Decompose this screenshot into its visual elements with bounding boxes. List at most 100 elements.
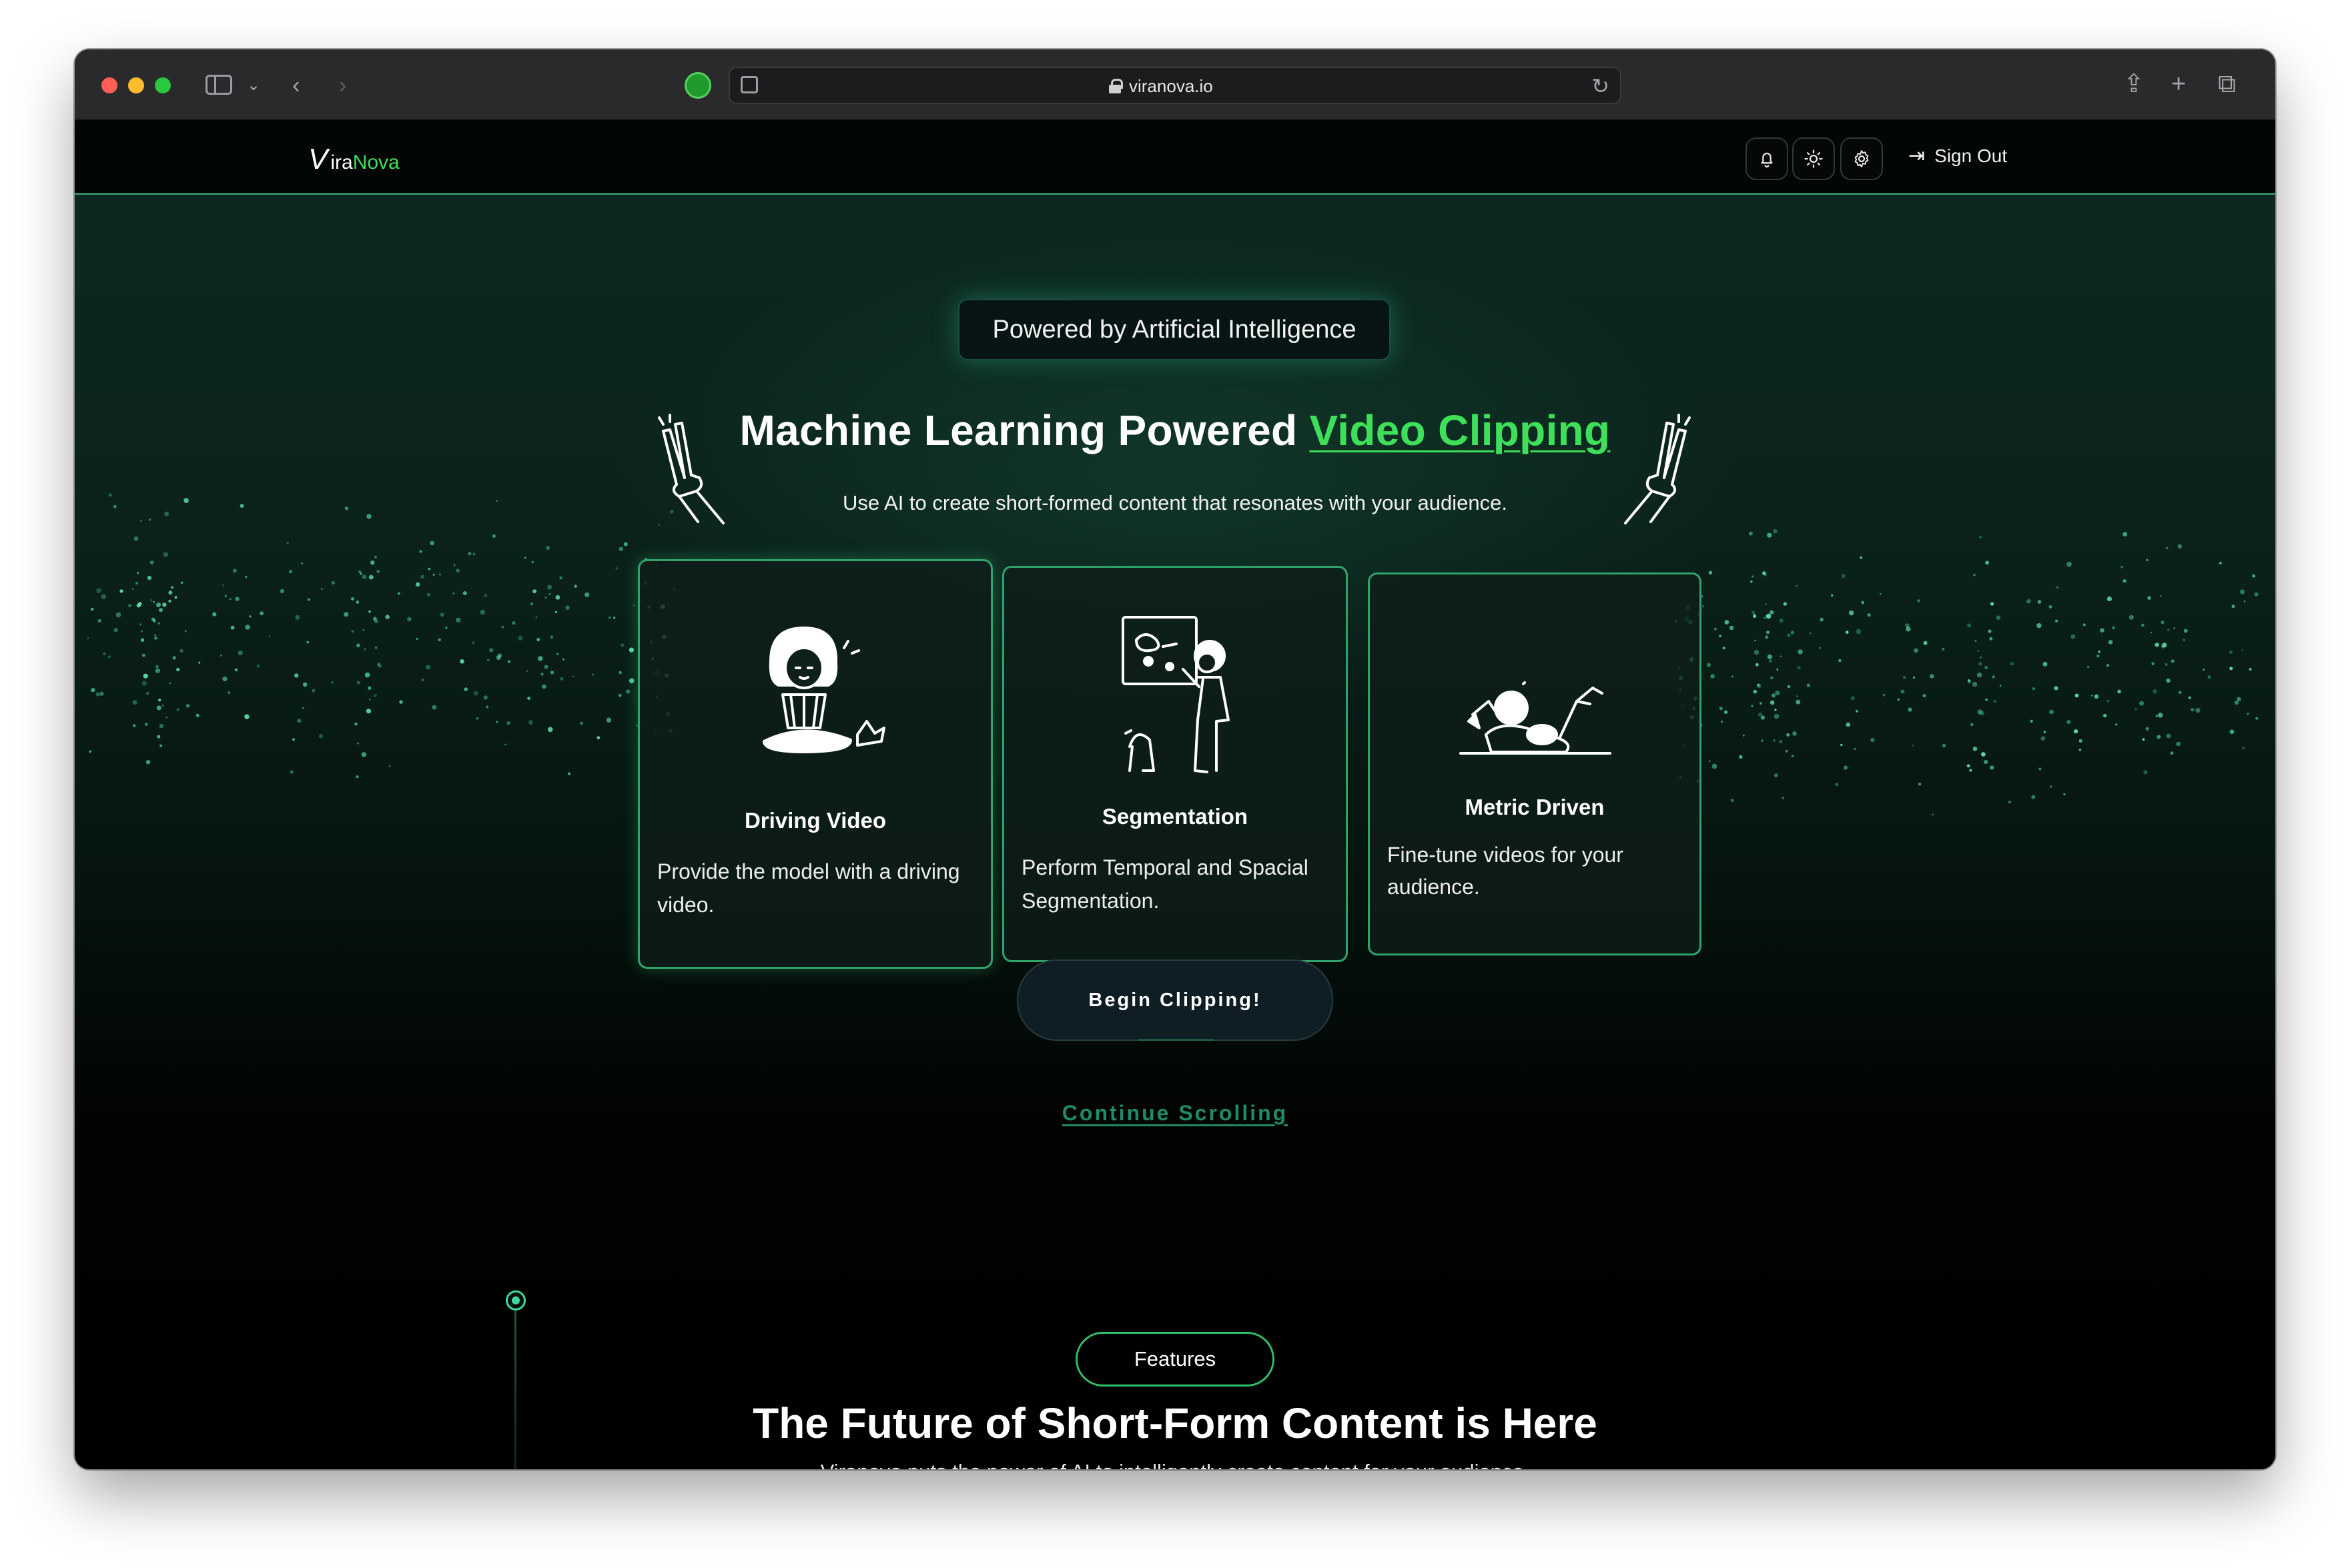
particle-dot — [2128, 615, 2134, 620]
particle-dot — [1779, 618, 1784, 623]
particle-dot — [1767, 654, 1772, 659]
particle-dot — [2255, 717, 2259, 720]
particle-dot — [526, 670, 528, 672]
feature-card-metric-driven[interactable]: Metric Driven Fine-tune videos for your … — [1368, 572, 1701, 955]
particle-dot — [2066, 720, 2071, 725]
particle-dot — [399, 700, 403, 704]
particle-dot — [1722, 647, 1725, 650]
particle-dot — [572, 675, 574, 678]
particle-dot — [416, 638, 418, 640]
features-title: The Future of Short-Form Content is Here — [753, 1399, 1597, 1447]
hero-title-main: Machine Learning Powered — [739, 406, 1310, 454]
particle-dot — [302, 682, 308, 687]
particle-dot — [597, 736, 601, 740]
particle-dot — [1713, 627, 1717, 631]
url-text[interactable]: viranova.io — [1129, 76, 1213, 97]
particle-dot — [1923, 641, 1928, 645]
particle-dot — [2249, 668, 2252, 671]
share-icon[interactable]: ⇪ — [2123, 71, 2144, 97]
zoom-window-button[interactable] — [155, 77, 171, 93]
particle-dot — [426, 593, 430, 597]
particle-dot — [149, 518, 151, 521]
particle-dot — [613, 617, 616, 619]
notifications-button[interactable] — [1745, 137, 1788, 180]
tabs-icon[interactable]: ⧉ — [2218, 71, 2236, 97]
minimize-window-button[interactable] — [128, 77, 144, 93]
back-icon[interactable]: ‹ — [292, 73, 300, 97]
particle-dot — [99, 691, 104, 696]
particle-dot — [2188, 696, 2191, 699]
site-favicon-icon[interactable] — [685, 72, 711, 99]
particle-dot — [548, 727, 553, 733]
particle-dot — [1977, 709, 1982, 715]
particle-dot — [356, 643, 360, 648]
feature-card-segmentation[interactable]: Segmentation Perform Temporal and Spacia… — [1002, 566, 1348, 962]
particle-dot — [357, 742, 359, 745]
particle-dot — [169, 682, 171, 685]
particle-dot — [185, 704, 190, 708]
particle-dot — [2252, 574, 2256, 578]
particle-dot — [567, 772, 571, 775]
particle-dot — [176, 667, 180, 672]
particle-dot — [2243, 601, 2246, 603]
particle-dot — [1992, 675, 1995, 679]
particle-dot — [452, 592, 455, 595]
particle-dot — [2143, 770, 2148, 775]
particle-dot — [492, 534, 496, 538]
address-bar[interactable]: viranova.io ↻ — [729, 67, 1621, 104]
theme-toggle-button[interactable] — [1792, 137, 1835, 180]
particle-dot — [1990, 602, 1994, 606]
particle-dot — [176, 708, 179, 711]
settings-button[interactable] — [1840, 137, 1883, 180]
particle-dot — [489, 648, 494, 653]
particle-dot — [2010, 662, 2014, 666]
continue-scrolling-link[interactable]: Continue Scrolling — [75, 1101, 2275, 1126]
particle-dot — [2161, 621, 2165, 625]
particle-dot — [1850, 696, 1855, 701]
particle-dot — [1918, 783, 1922, 786]
reload-icon[interactable]: ↻ — [1591, 73, 1609, 99]
particle-dot — [294, 673, 299, 678]
forward-icon[interactable]: › — [339, 73, 346, 97]
logo-mark-icon: V — [308, 143, 328, 175]
particle-dot — [432, 573, 435, 576]
particle-dot — [1761, 739, 1764, 742]
particle-dot — [1942, 648, 1945, 651]
sidebar-icon[interactable] — [206, 75, 232, 95]
person-popcorn-illustration-icon — [763, 627, 885, 753]
particle-dot — [2141, 623, 2144, 627]
close-window-button[interactable] — [101, 77, 117, 93]
particle-dot — [234, 668, 238, 672]
particle-dot — [2150, 631, 2152, 634]
particle-dot — [108, 655, 111, 659]
particle-dot — [1731, 675, 1733, 678]
particle-dot — [2207, 675, 2211, 679]
card-title: Metric Driven — [1465, 795, 1605, 819]
logo[interactable]: V ira Nova — [308, 143, 400, 176]
particle-dot — [2139, 701, 2144, 706]
begin-clipping-button[interactable]: Begin Clipping! — [1017, 959, 1333, 1041]
particle-dot — [415, 582, 420, 586]
particle-dot — [1742, 734, 1745, 737]
new-tab-icon[interactable]: + — [2171, 71, 2186, 97]
particle-dot — [1765, 635, 1769, 639]
particle-dot — [2170, 751, 2174, 755]
particle-dot — [344, 612, 349, 617]
sign-out-button[interactable]: ⇥ Sign Out — [1908, 144, 2007, 167]
particle-dot — [1968, 679, 1970, 682]
reader-icon[interactable] — [741, 76, 758, 93]
particle-dot — [133, 536, 139, 541]
feature-card-driving-video[interactable]: Driving Video Provide the model with a d… — [638, 559, 993, 969]
particle-dot — [198, 661, 201, 664]
particle-dot — [476, 717, 478, 720]
particle-dot — [1917, 599, 1920, 603]
particle-dot — [565, 605, 570, 610]
chevron-down-icon[interactable]: ⌄ — [247, 73, 260, 97]
particle-dot — [162, 603, 167, 607]
particle-dot — [1776, 669, 1779, 671]
particle-dot — [548, 593, 551, 595]
particle-dot — [496, 655, 501, 661]
particle-dot — [113, 627, 118, 633]
particle-dot — [228, 691, 231, 695]
particle-dot — [146, 692, 149, 695]
